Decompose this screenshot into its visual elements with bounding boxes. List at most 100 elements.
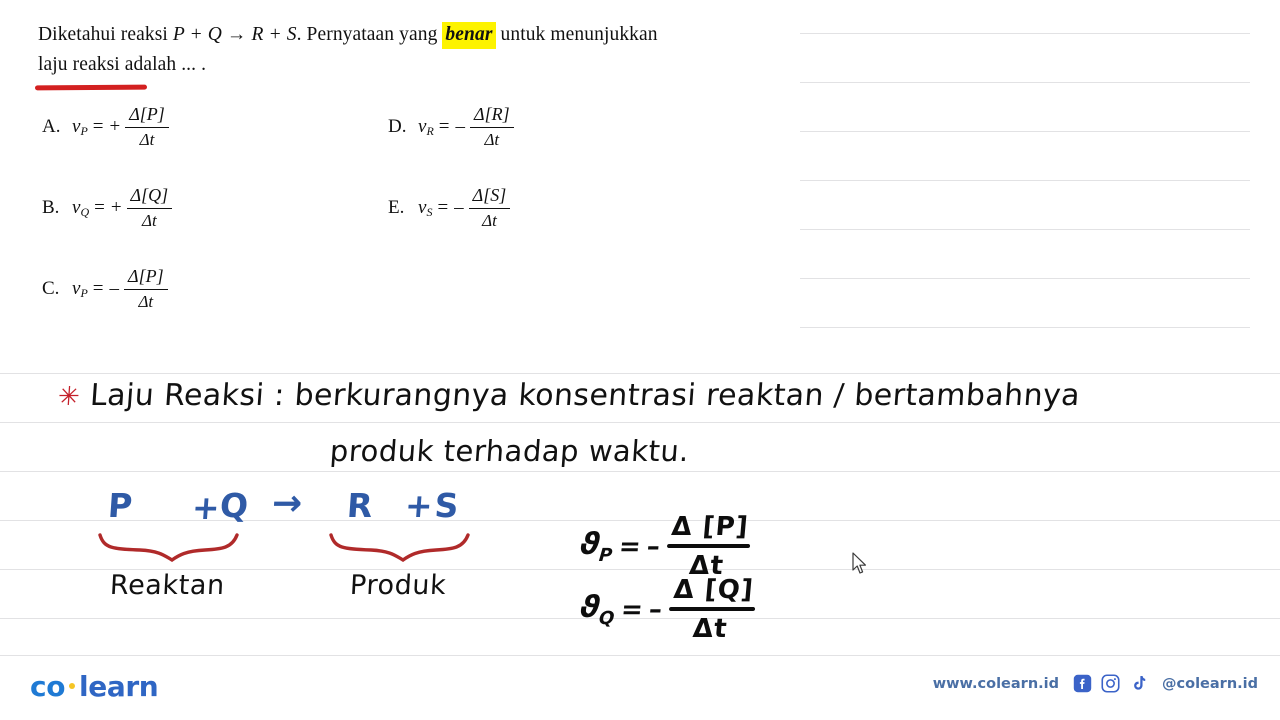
hand-fraction-bar	[668, 607, 756, 611]
question-part-c: untuk menunjukkan	[495, 24, 658, 45]
option-e-sign: –	[454, 197, 464, 219]
option-c-sign: –	[109, 278, 120, 300]
star-bullet-icon: ✳	[56, 382, 82, 412]
colearn-logo[interactable]: co learn	[30, 670, 159, 703]
option-d-numerator: Δ[R]	[474, 104, 510, 124]
option-c-fraction: Δ[P] Δt	[124, 266, 168, 312]
annotation-plus-s: +S	[403, 486, 462, 525]
option-a-numerator: Δ[P]	[129, 104, 165, 124]
instagram-icon[interactable]	[1101, 674, 1120, 693]
vq-denominator: Δt	[691, 614, 729, 644]
logo-text-learn: learn	[79, 670, 159, 703]
option-e-numerator: Δ[S]	[472, 185, 507, 205]
option-a-fraction: Δ[P] Δt	[125, 104, 169, 150]
logo-dot-icon	[69, 682, 76, 689]
option-b-letter: B.	[42, 197, 60, 219]
vp-numerator: Δ [P]	[670, 512, 750, 542]
option-a-denominator: Δt	[139, 130, 155, 150]
annotation-reactant-q: Q	[218, 486, 252, 525]
option-b-equals: =	[94, 197, 105, 219]
option-e-fraction: Δ[S] Δt	[468, 185, 511, 231]
option-d-equals: =	[438, 116, 450, 138]
reaction-equation-inline: P + Q → R + S	[172, 24, 297, 45]
rule-line	[800, 278, 1250, 279]
vq-numerator: Δ [Q]	[672, 575, 756, 605]
annotation-label-reactant: Reaktan	[109, 570, 226, 601]
annotation-reactant-p: P	[106, 486, 136, 525]
option-d-sign: –	[455, 116, 466, 138]
option-d[interactable]: D. vR = – Δ[R] Δt	[388, 104, 514, 150]
fraction-bar	[125, 127, 169, 129]
page-footer: co learn www.colearn.id @colearn.id	[0, 658, 1280, 720]
question-line-2: laju reaksi adalah ... .	[38, 54, 207, 75]
mouse-cursor-icon	[852, 552, 866, 574]
fraction-bar	[126, 208, 173, 210]
rule-line	[800, 82, 1250, 83]
option-c-denominator: Δt	[138, 292, 154, 312]
annotation-definition-text-1: Laju Reaksi : berkurangnya konsentrasi r…	[88, 378, 1082, 413]
vq-equals: =	[619, 594, 645, 625]
option-a[interactable]: A. vP = + Δ[P] Δt	[42, 104, 169, 150]
question-part-a: Diketahui reaksi	[38, 24, 173, 45]
option-a-letter: A.	[42, 116, 61, 138]
rule-line	[0, 422, 1280, 423]
option-e-letter: E.	[388, 197, 405, 219]
brace-reactant	[98, 533, 239, 563]
option-d-fraction: Δ[R] Δt	[470, 104, 514, 150]
logo-text-co: co	[30, 670, 66, 703]
rule-line	[800, 229, 1250, 230]
rule-line	[0, 471, 1280, 472]
option-a-sign: +	[109, 116, 121, 138]
option-c[interactable]: C. vP = – Δ[P] Δt	[42, 266, 168, 312]
annotation-product-r: R	[345, 486, 376, 525]
red-underline-annotation	[34, 84, 148, 91]
annotation-definition-line-2: produk terhadap waktu.	[328, 434, 691, 468]
facebook-icon[interactable]	[1073, 674, 1092, 693]
rule-line	[800, 180, 1250, 181]
annotation-equation-vq: ϑQ = – Δ [Q] Δt	[577, 575, 758, 644]
option-e[interactable]: E. vS = – Δ[S] Δt	[388, 185, 511, 231]
rule-line	[0, 373, 1280, 374]
option-e-equals: =	[437, 197, 449, 219]
vq-symbol: ϑQ	[578, 590, 616, 629]
question-text: Diketahui reaksi P + Q → R + S. Pernyata…	[38, 20, 808, 80]
option-e-lhs: vS	[418, 196, 433, 219]
rule-line	[800, 33, 1250, 34]
option-c-numerator: Δ[P]	[128, 266, 164, 286]
social-icons	[1073, 674, 1148, 693]
fraction-bar	[124, 289, 168, 291]
option-a-equals: =	[92, 116, 104, 138]
vp-symbol: ϑP	[578, 527, 614, 566]
option-d-letter: D.	[388, 116, 407, 138]
option-b-fraction: Δ[Q] Δt	[126, 185, 173, 231]
footer-website[interactable]: www.colearn.id	[933, 676, 1059, 692]
option-b-denominator: Δt	[141, 211, 157, 231]
option-e-denominator: Δt	[482, 211, 497, 231]
footer-social-handle[interactable]: @colearn.id	[1162, 676, 1258, 692]
worksheet-page: Diketahui reaksi P + Q → R + S. Pernyata…	[0, 0, 1280, 720]
vp-fraction: Δ [P] Δt	[664, 512, 753, 581]
option-d-lhs: vR	[418, 115, 434, 138]
option-b-lhs: vQ	[72, 196, 90, 219]
vp-sign: –	[645, 531, 662, 562]
brace-product	[329, 533, 470, 563]
rule-line	[0, 655, 1280, 656]
question-part-b: . Pernyataan yang	[296, 24, 443, 45]
hand-fraction-bar	[666, 544, 751, 548]
option-c-equals: =	[92, 278, 104, 300]
annotation-label-product: Produk	[349, 570, 448, 601]
option-b[interactable]: B. vQ = + Δ[Q] Δt	[42, 185, 173, 231]
rule-line	[800, 327, 1250, 328]
annotation-arrow-icon: →	[270, 483, 306, 524]
vq-fraction: Δ [Q] Δt	[666, 575, 758, 644]
fraction-bar	[470, 127, 514, 129]
highlighted-word-benar: benar	[442, 22, 496, 49]
option-b-sign: +	[110, 197, 122, 219]
tiktok-icon[interactable]	[1129, 674, 1148, 693]
annotation-equation-vp: ϑP = – Δ [P] Δt	[577, 512, 753, 581]
option-c-letter: C.	[42, 278, 60, 300]
option-b-numerator: Δ[Q]	[130, 185, 169, 205]
annotation-definition-line-1: ✳ Laju Reaksi : berkurangnya konsentrasi …	[57, 378, 1081, 413]
option-a-lhs: vP	[72, 115, 88, 138]
vq-sign: –	[647, 594, 664, 625]
